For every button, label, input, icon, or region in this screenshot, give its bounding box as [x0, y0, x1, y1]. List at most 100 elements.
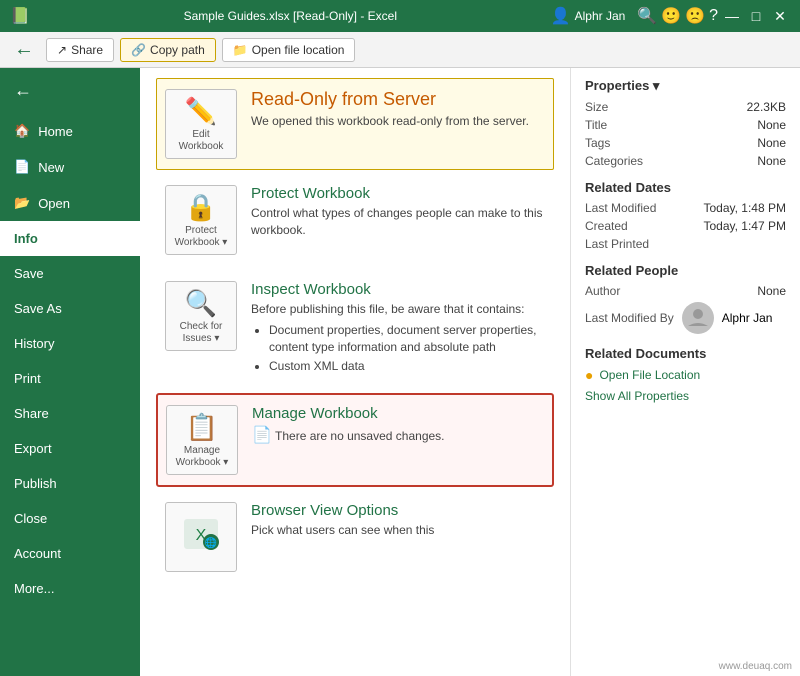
show-all-properties-link[interactable]: Show All Properties — [585, 389, 689, 403]
prop-last-modified: Last Modified Today, 1:48 PM — [585, 201, 786, 215]
right-panel: Properties ▾ Size 22.3KB Title None Tags… — [570, 68, 800, 676]
sidebar-item-export[interactable]: Export — [0, 431, 140, 466]
last-modified-user: Alphr Jan — [722, 311, 773, 325]
excel-icon: 📗 — [10, 6, 30, 26]
share-button[interactable]: ↗ Share — [46, 38, 114, 62]
edit-workbook-label: EditWorkbook — [179, 129, 224, 153]
protect-workbook-button[interactable]: 🔒 ProtectWorkbook ▾ — [165, 185, 237, 255]
minimize-button[interactable]: — — [722, 6, 742, 26]
browser-view-button[interactable]: X 🌐 — [165, 502, 237, 572]
sidebar-item-save-as[interactable]: Save As — [0, 291, 140, 326]
browser-card: X 🌐 Browser View Options Pick what users… — [156, 491, 554, 583]
inspect-title: Inspect Workbook — [251, 281, 545, 298]
title-bar-title: Sample Guides.xlsx [Read-Only] - Excel — [30, 9, 551, 23]
svg-text:🌐: 🌐 — [205, 536, 217, 549]
sidebar-item-close[interactable]: Close — [0, 501, 140, 536]
user-icon: 👤 — [551, 6, 571, 26]
prop-categories: Categories None — [585, 154, 786, 168]
left-content: ✏️ EditWorkbook Read-Only from Server We… — [140, 68, 570, 676]
prop-title: Title None — [585, 118, 786, 132]
browser-content: Browser View Options Pick what users can… — [251, 502, 545, 539]
sidebar-item-print[interactable]: Print — [0, 361, 140, 396]
new-icon: 📄 — [14, 159, 30, 175]
title-bar: 📗 Sample Guides.xlsx [Read-Only] - Excel… — [0, 0, 800, 32]
protect-workbook-label: ProtectWorkbook ▾ — [175, 225, 228, 249]
manage-content: Manage Workbook 📄 There are no unsaved c… — [252, 405, 544, 447]
manage-icon: 📋 — [186, 412, 218, 443]
manage-card: 📋 ManageWorkbook ▾ Manage Workbook 📄 The… — [156, 393, 554, 487]
title-bar-controls: 👤 Alphr Jan 🔍 🙂 🙁 ? — □ ✕ — [551, 6, 790, 26]
link-icon: 🔗 — [131, 43, 146, 57]
title-bar-left: 📗 — [10, 6, 30, 26]
edit-icon: ✏️ — [185, 96, 217, 127]
help-icon: ? — [709, 7, 718, 25]
inspect-content: Inspect Workbook Before publishing this … — [251, 281, 545, 378]
check-issues-button[interactable]: 🔍 Check forIssues ▾ — [165, 281, 237, 351]
inspect-desc: Before publishing this file, be aware th… — [251, 301, 545, 375]
folder-icon: 📁 — [233, 43, 248, 57]
maximize-button[interactable]: □ — [746, 6, 766, 26]
prop-tags: Tags None — [585, 136, 786, 150]
prop-author: Author None — [585, 284, 786, 298]
readonly-title: Read-Only from Server — [251, 89, 545, 110]
browser-title: Browser View Options — [251, 502, 545, 519]
protect-content: Protect Workbook Control what types of c… — [251, 185, 545, 239]
back-arrow-button[interactable]: ← — [8, 38, 40, 61]
last-modified-by-label: Last Modified By — [585, 311, 674, 325]
inspect-icon: 🔍 — [185, 288, 217, 319]
prop-last-printed: Last Printed — [585, 237, 786, 251]
sidebar-item-info[interactable]: Info — [0, 221, 140, 256]
open-file-location-button[interactable]: 📁 Open file location — [222, 38, 356, 62]
home-icon: 🏠 — [14, 123, 30, 139]
sidebar: ← 🏠 Home 📄 New 📂 Open Info Save Save As … — [0, 68, 140, 676]
last-modified-by-row: Last Modified By Alphr Jan — [585, 302, 786, 334]
prop-size: Size 22.3KB — [585, 100, 786, 114]
inspect-card: 🔍 Check forIssues ▾ Inspect Workbook Bef… — [156, 270, 554, 389]
sidebar-back-button[interactable]: ← — [0, 68, 140, 113]
content-area: ✏️ EditWorkbook Read-Only from Server We… — [140, 68, 800, 676]
sidebar-item-publish[interactable]: Publish — [0, 466, 140, 501]
lock-icon: 🔒 — [185, 192, 217, 223]
happy-icon: 🙂 — [661, 6, 681, 26]
browser-desc: Pick what users can see when this — [251, 522, 545, 539]
prop-created: Created Today, 1:47 PM — [585, 219, 786, 233]
close-button[interactable]: ✕ — [770, 6, 790, 26]
search-icon: 🔍 — [637, 6, 657, 26]
manage-desc: 📄 There are no unsaved changes. — [252, 425, 544, 447]
manage-workbook-label: ManageWorkbook ▾ — [176, 445, 229, 469]
readonly-content: Read-Only from Server We opened this wor… — [251, 89, 545, 130]
protect-card: 🔒 ProtectWorkbook ▾ Protect Workbook Con… — [156, 174, 554, 266]
main-layout: ← 🏠 Home 📄 New 📂 Open Info Save Save As … — [0, 68, 800, 676]
open-icon: 📂 — [14, 195, 30, 211]
inspect-list-item-1: Document properties, document server pro… — [269, 322, 545, 356]
sidebar-item-account[interactable]: Account — [0, 536, 140, 571]
related-people-title: Related People — [585, 263, 786, 278]
copy-path-button[interactable]: 🔗 Copy path — [120, 38, 216, 62]
sad-icon: 🙁 — [685, 6, 705, 26]
browser-icon: X 🌐 — [183, 516, 219, 559]
sidebar-item-history[interactable]: History — [0, 326, 140, 361]
sidebar-item-save[interactable]: Save — [0, 256, 140, 291]
related-docs-title: Related Documents — [585, 346, 786, 361]
username-label: Alphr Jan — [575, 9, 626, 23]
back-icon: ← — [14, 80, 32, 101]
inspect-list: Document properties, document server pro… — [269, 322, 545, 375]
manage-workbook-button[interactable]: 📋 ManageWorkbook ▾ — [166, 405, 238, 475]
related-dates-title: Related Dates — [585, 180, 786, 195]
sidebar-item-home[interactable]: 🏠 Home — [0, 113, 140, 149]
toolbar: ← ↗ Share 🔗 Copy path 📁 Open file locati… — [0, 32, 800, 68]
sidebar-item-new[interactable]: 📄 New — [0, 149, 140, 185]
inspect-list-item-2: Custom XML data — [269, 358, 545, 375]
sidebar-item-open[interactable]: 📂 Open — [0, 185, 140, 221]
check-issues-label: Check forIssues ▾ — [180, 321, 223, 345]
dot-icon: ● — [585, 367, 593, 383]
watermark: www.deuaq.com — [719, 661, 792, 672]
sidebar-item-share[interactable]: Share — [0, 396, 140, 431]
open-file-location-link[interactable]: ● Open File Location — [585, 367, 786, 383]
manage-title: Manage Workbook — [252, 405, 544, 422]
avatar — [682, 302, 714, 334]
protect-title: Protect Workbook — [251, 185, 545, 202]
properties-title: Properties ▾ — [585, 78, 786, 94]
sidebar-item-more[interactable]: More... — [0, 571, 140, 606]
edit-workbook-button[interactable]: ✏️ EditWorkbook — [165, 89, 237, 159]
